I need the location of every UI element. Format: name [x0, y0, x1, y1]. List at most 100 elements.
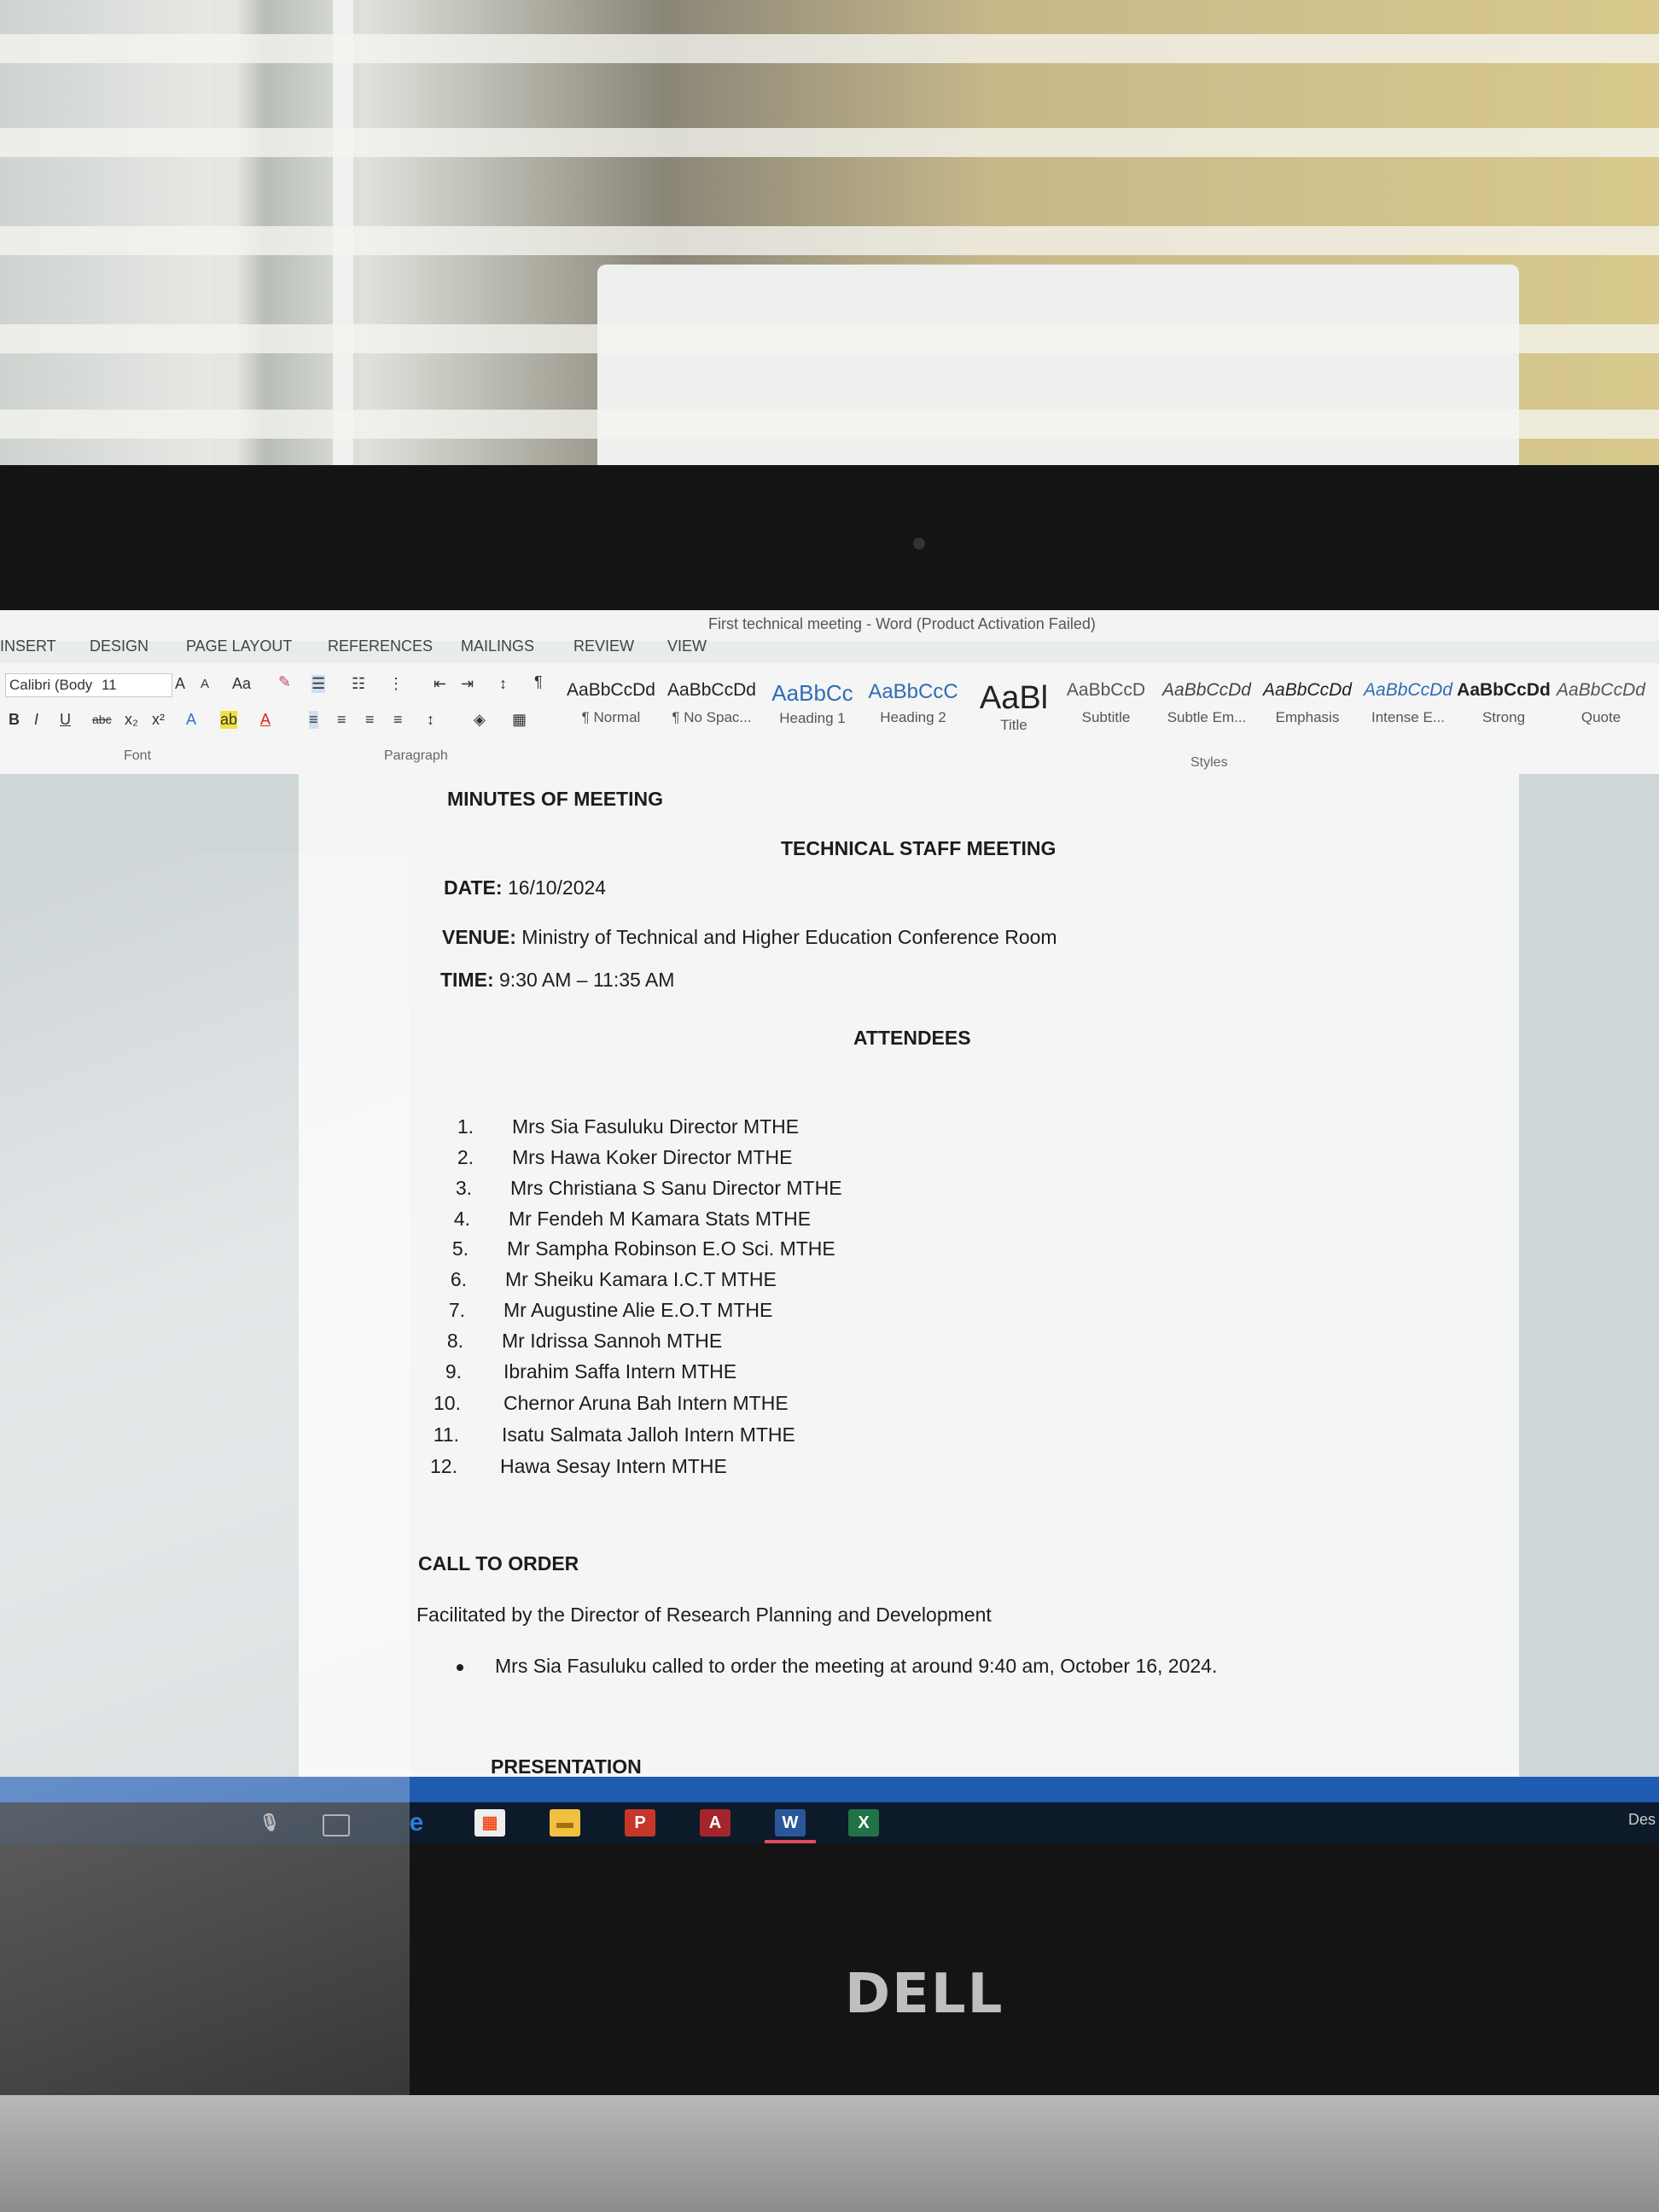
align-right-icon[interactable]: ≡	[365, 711, 375, 729]
style-no-spacing[interactable]: AaBbCcDd ¶ No Spac...	[664, 680, 760, 726]
style-strong[interactable]: AaBbCcDd Strong	[1456, 680, 1551, 726]
align-left-icon[interactable]: ≡	[309, 711, 318, 729]
list-item: Ibrahim Saffa Intern MTHE	[504, 1360, 737, 1382]
list-number: 4.	[453, 1208, 470, 1230]
style-quote[interactable]: AaBbCcDd Quote	[1553, 680, 1649, 726]
subscript-icon[interactable]: x₂	[125, 711, 138, 729]
list-number: 2.	[457, 1146, 474, 1168]
strikethrough-icon[interactable]: abc	[92, 713, 112, 726]
clear-format-icon[interactable]: ✎	[278, 673, 291, 691]
sort-icon[interactable]: ↕	[499, 675, 507, 693]
store-icon[interactable]: ▦	[474, 1809, 505, 1837]
italic-icon[interactable]: I	[34, 711, 38, 729]
laptop-base	[0, 2095, 1659, 2212]
style-title[interactable]: AaBl Title	[966, 680, 1062, 734]
justify-icon[interactable]: ≡	[393, 711, 403, 729]
style-subtitle[interactable]: AaBbCcD Subtitle	[1058, 680, 1154, 726]
word-icon[interactable]: W	[775, 1809, 806, 1837]
bullets-icon[interactable]: ☰	[311, 675, 326, 693]
window-background	[0, 0, 1659, 478]
tab-mailings[interactable]: MAILINGS	[461, 631, 534, 662]
list-item: Mr Sheiku Kamara I.C.T MTHE	[505, 1268, 777, 1290]
list-item: Mr Fendeh M Kamara Stats MTHE	[509, 1208, 812, 1230]
style-normal[interactable]: AaBbCcDd ¶ Normal	[563, 680, 659, 726]
desktop-label[interactable]: Des	[1628, 1811, 1656, 1829]
change-case-icon[interactable]: Aa	[232, 675, 251, 693]
style-heading-2[interactable]: AaBbCcC Heading 2	[865, 680, 961, 726]
style-subtle-emphasis[interactable]: AaBbCcDd Subtle Em...	[1159, 680, 1254, 726]
list-number: 12.	[430, 1455, 457, 1477]
list-number: 5.	[451, 1237, 469, 1260]
group-label-paragraph: Paragraph	[384, 748, 448, 763]
shrink-font-icon[interactable]: A	[201, 677, 209, 691]
style-heading-1[interactable]: AaBbCc Heading 1	[765, 680, 860, 727]
dell-logo: DELL	[845, 1963, 1004, 2026]
highlight-icon[interactable]: ab	[220, 711, 238, 729]
text-effects-icon[interactable]: A	[186, 711, 196, 729]
style-sample: AaBbCcC	[868, 680, 958, 703]
style-sample: AaBbCc	[771, 680, 853, 706]
list-item: Mr Sampha Robinson E.O Sci. MTHE	[507, 1237, 835, 1260]
decrease-indent-icon[interactable]: ⇤	[434, 675, 446, 693]
align-center-icon[interactable]: ≡	[337, 711, 346, 729]
group-label-font: Font	[124, 748, 152, 763]
microphone-icon[interactable]: 🎙	[254, 1809, 285, 1837]
style-sample: AaBbCcDd	[667, 680, 756, 700]
webcam	[913, 538, 925, 550]
style-sample: AaBbCcDd	[1263, 680, 1352, 700]
document-page[interactable]: MINUTES OF MEETING TECHNICAL STAFF MEETI…	[299, 774, 1519, 1778]
line-spacing-icon[interactable]: ↕	[427, 711, 434, 729]
list-item: Mr Augustine Alie E.O.T MTHE	[504, 1299, 773, 1321]
style-sample: AaBl	[979, 680, 1049, 716]
bullet-icon	[457, 1664, 463, 1671]
style-intense-emphasis[interactable]: AaBbCcDd Intense E...	[1360, 680, 1456, 726]
group-label-styles: Styles	[1190, 755, 1228, 770]
style-name: ¶ Normal	[581, 709, 641, 725]
style-name: Strong	[1481, 709, 1526, 725]
multilevel-list-icon[interactable]: ⋮	[388, 675, 404, 693]
increase-indent-icon[interactable]: ⇥	[461, 675, 474, 693]
borders-icon[interactable]: ▦	[512, 711, 527, 729]
font-color-icon[interactable]: A	[260, 711, 271, 729]
tab-design[interactable]: DESIGN	[90, 631, 148, 662]
tab-insert[interactable]: INSERT	[0, 631, 56, 662]
printer	[597, 265, 1519, 478]
superscript-icon[interactable]: x²	[152, 711, 165, 729]
show-formatting-icon[interactable]: ¶	[534, 673, 543, 691]
font-size-value[interactable]: 11	[102, 677, 117, 693]
shading-icon[interactable]: ◈	[474, 711, 486, 729]
bold-icon[interactable]: B	[9, 711, 20, 729]
numbering-icon[interactable]: ☷	[352, 675, 365, 693]
time-value: 9:30 AM – 11:35 AM	[499, 969, 675, 991]
ribbon: Calibri (Body 11 A A Aa ✎ B I U abc x₂ x…	[0, 663, 1659, 776]
tab-view[interactable]: VIEW	[667, 631, 707, 662]
facilitated-line: Facilitated by the Director of Research …	[416, 1604, 992, 1626]
file-explorer-icon[interactable]: ▬	[550, 1809, 580, 1837]
document-area: MINUTES OF MEETING TECHNICAL STAFF MEETI…	[0, 774, 1659, 1778]
style-name: Emphasis	[1275, 709, 1340, 725]
bullet-text: Mrs Sia Fasuluku called to order the mee…	[495, 1655, 1218, 1677]
font-name-value: Calibri (Body	[9, 677, 93, 693]
style-name: Subtle Em...	[1167, 709, 1247, 725]
style-sample: AaBbCcD	[1066, 680, 1146, 700]
font-name-box[interactable]: Calibri (Body 11	[5, 673, 172, 697]
edge-icon[interactable]: e	[401, 1809, 432, 1837]
underline-icon[interactable]: U	[60, 711, 71, 729]
excel-icon[interactable]: X	[848, 1809, 879, 1837]
style-emphasis[interactable]: AaBbCcDd Emphasis	[1260, 680, 1355, 726]
venue-line: VENUE: Ministry of Technical and Higher …	[442, 926, 1057, 949]
list-number: 7.	[448, 1299, 465, 1321]
tab-page-layout[interactable]: PAGE LAYOUT	[186, 631, 292, 662]
style-name: Quote	[1580, 709, 1621, 725]
date-line: DATE: 16/10/2024	[444, 876, 606, 899]
attendees-heading: ATTENDEES	[853, 1027, 971, 1049]
powerpoint-icon[interactable]: P	[625, 1809, 655, 1837]
style-name: Intense E...	[1371, 709, 1445, 725]
presentation-heading: PRESENTATION	[491, 1755, 642, 1778]
tab-references[interactable]: REFERENCES	[328, 631, 433, 662]
tab-review[interactable]: REVIEW	[573, 631, 634, 662]
grow-font-icon[interactable]: A	[175, 675, 185, 693]
access-icon[interactable]: A	[700, 1809, 731, 1837]
task-view-icon[interactable]	[323, 1814, 350, 1837]
style-sample: AaBbCcDd	[1162, 680, 1251, 700]
